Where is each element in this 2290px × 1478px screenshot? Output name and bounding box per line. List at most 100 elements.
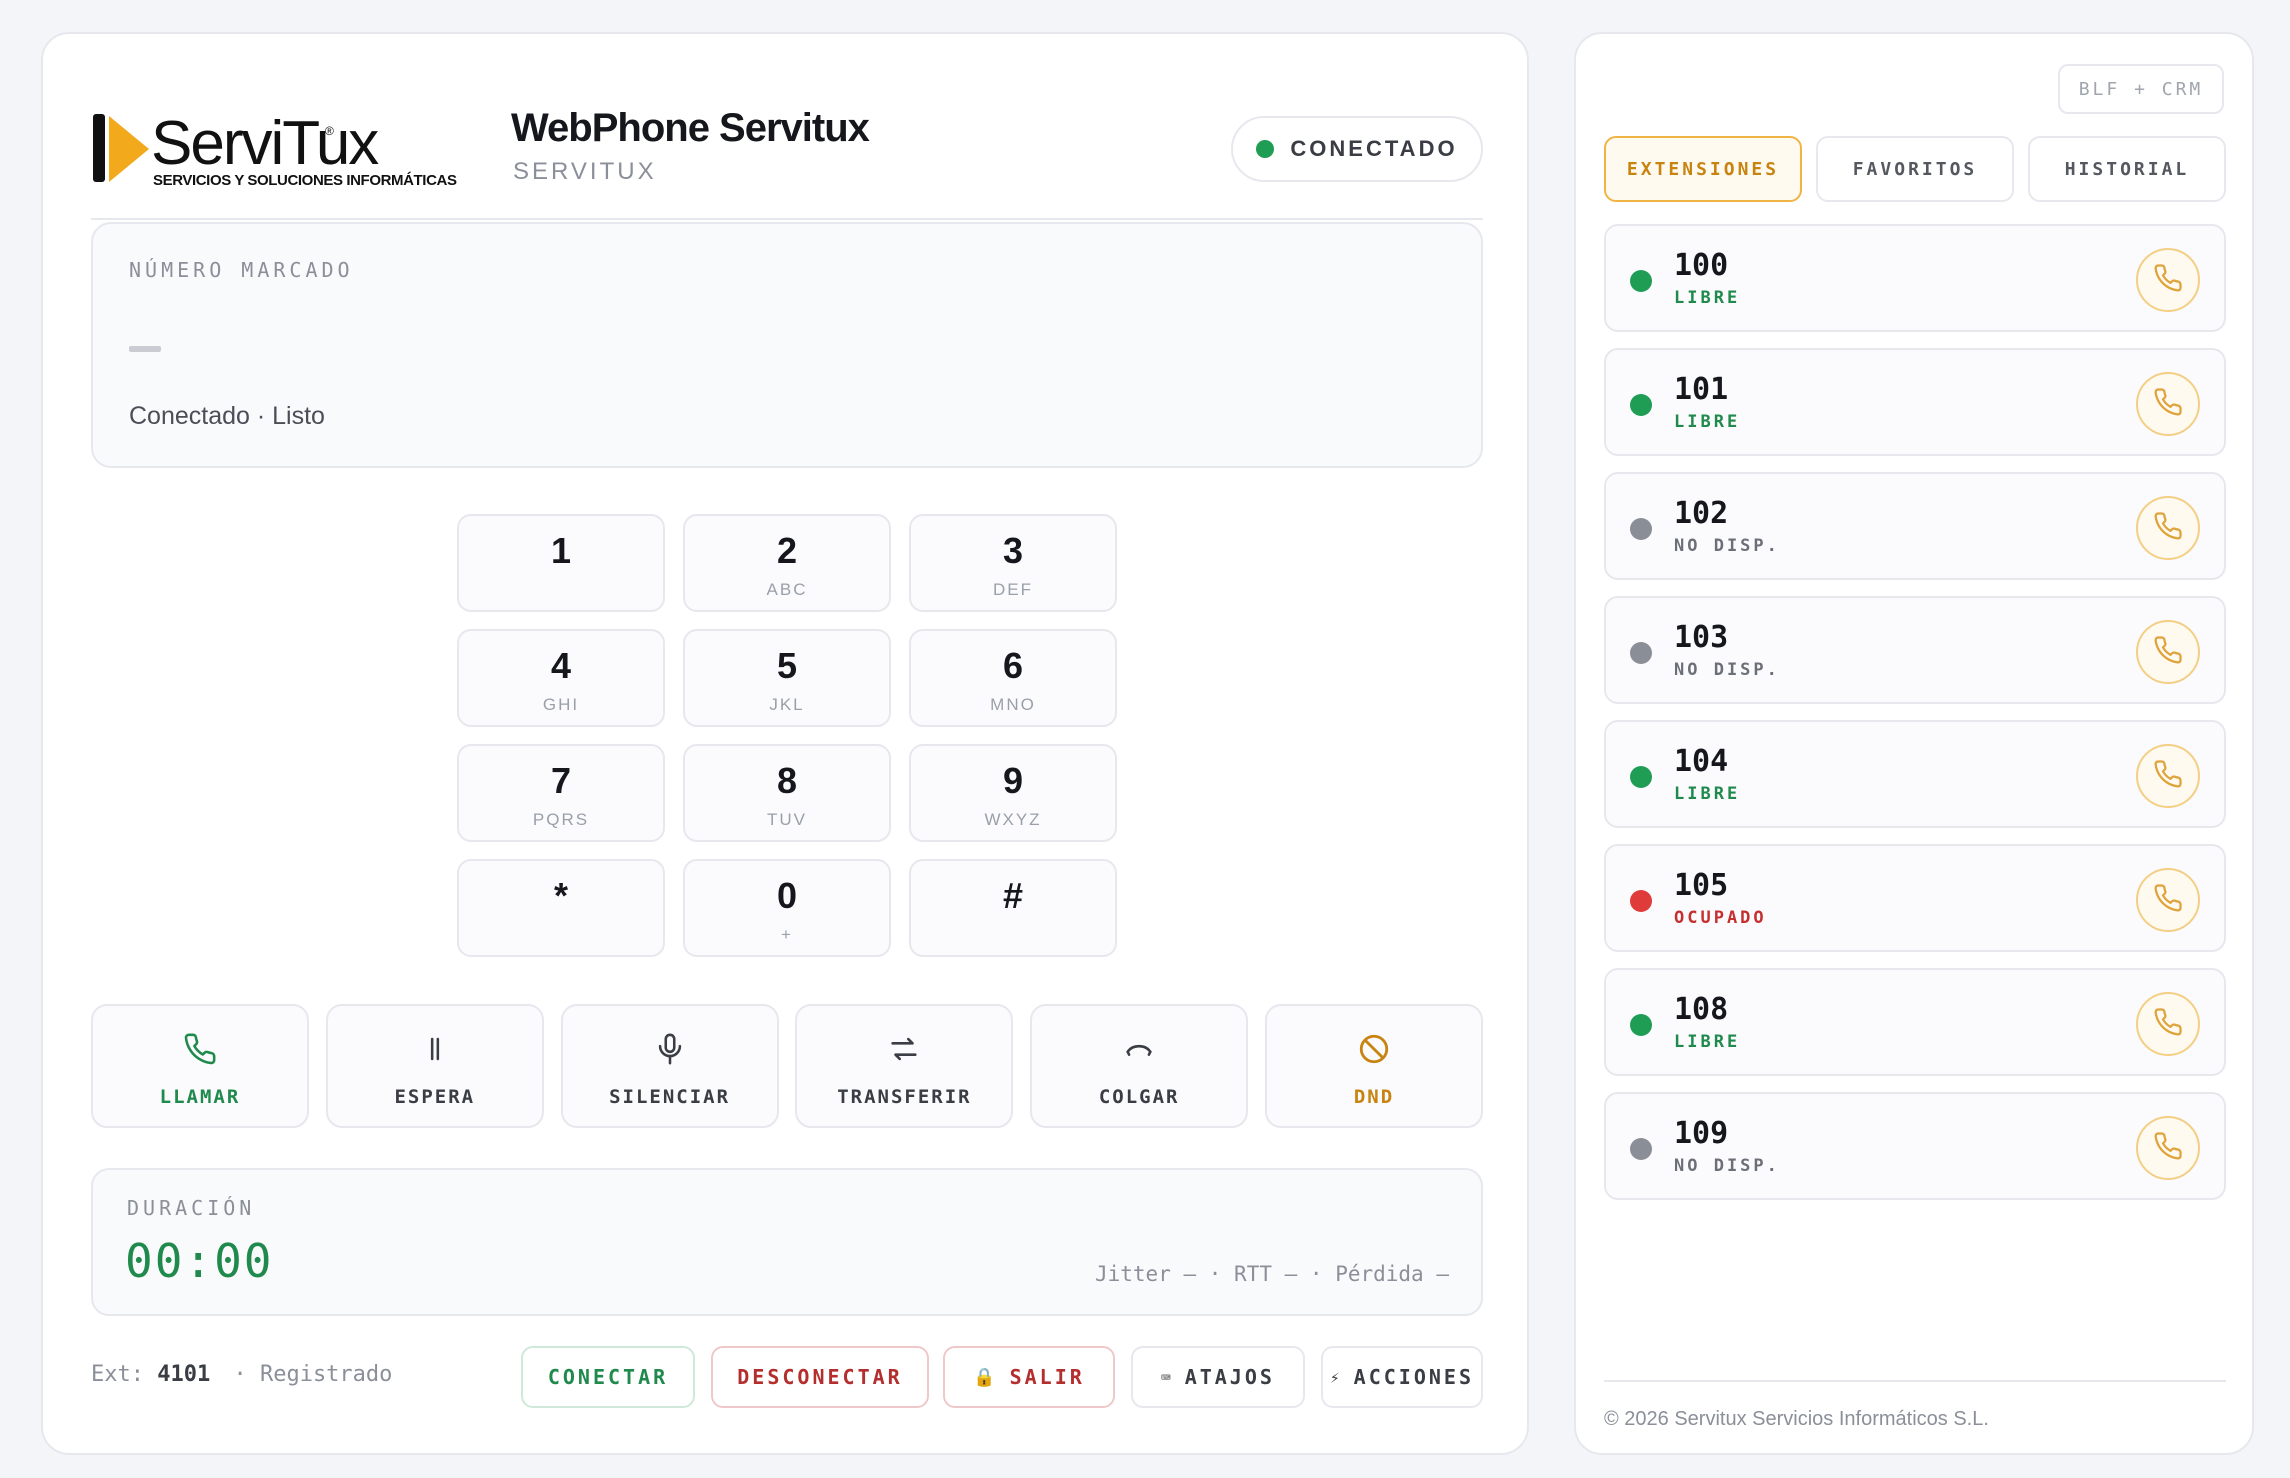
presence-dot-icon bbox=[1630, 890, 1652, 912]
extension-item-100[interactable]: 100 LIBRE bbox=[1604, 224, 2226, 332]
colgar-button[interactable]: COLGAR bbox=[1030, 1004, 1249, 1128]
presence-dot-icon bbox=[1630, 518, 1652, 540]
extension-number: 101 bbox=[1674, 372, 1729, 407]
logout-button[interactable]: 🔒 SALIR bbox=[943, 1346, 1115, 1408]
tab-favoritos[interactable]: FAVORITOS bbox=[1816, 136, 2014, 202]
extension-item-101[interactable]: 101 LIBRE bbox=[1604, 348, 2226, 456]
dial-display[interactable]: NÚMERO MARCADO Conectado · Listo bbox=[91, 222, 1483, 468]
key-letters: + bbox=[781, 925, 793, 944]
dial-display-caption: NÚMERO MARCADO bbox=[129, 258, 354, 282]
shortcuts-button[interactable]: ⌨ ATAJOS bbox=[1131, 1346, 1305, 1408]
connection-status: CONECTADO bbox=[1231, 116, 1483, 182]
extension-item-108[interactable]: 108 LIBRE bbox=[1604, 968, 2226, 1076]
tab-historial[interactable]: HISTORIAL bbox=[2028, 136, 2226, 202]
presence-dot-icon bbox=[1630, 1138, 1652, 1160]
call-extension-button[interactable] bbox=[2136, 992, 2200, 1056]
footer-bar: Ext: 4101 · Registrado CONECTAR DESCONEC… bbox=[91, 1346, 1483, 1410]
actions-button[interactable]: ⚡ ACCIONES bbox=[1321, 1346, 1483, 1408]
transfer-icon bbox=[797, 1032, 1011, 1068]
call-extension-button[interactable] bbox=[2136, 496, 2200, 560]
key-digit: 9 bbox=[1002, 760, 1024, 801]
action-label: COLGAR bbox=[1098, 1086, 1180, 1108]
extension-status: OCUPADO bbox=[1674, 908, 1767, 928]
extension-number: 109 bbox=[1674, 1116, 1729, 1151]
key-digit: 6 bbox=[1002, 645, 1024, 686]
connect-button-label: CONECTAR bbox=[547, 1365, 669, 1389]
extension-status: LIBRE bbox=[1674, 784, 1741, 804]
logo-registered-mark: ® bbox=[325, 124, 334, 138]
call-extension-button[interactable] bbox=[2136, 620, 2200, 684]
keypad-key-7[interactable]: 7 PQRS bbox=[457, 744, 665, 842]
extension-item-102[interactable]: 102 NO DISP. bbox=[1604, 472, 2226, 580]
keypad-key-5[interactable]: 5 JKL bbox=[683, 629, 891, 727]
keypad-key-hash[interactable]: # bbox=[909, 859, 1117, 957]
app-subtitle: SERVITUX bbox=[513, 158, 657, 185]
keypad-key-4[interactable]: 4 GHI bbox=[457, 629, 665, 727]
logo-tagline: SERVICIOS Y SOLUCIONES INFORMÁTICAS bbox=[153, 172, 457, 189]
key-digit: 0 bbox=[776, 875, 798, 916]
llamar-button[interactable]: LLAMAR bbox=[91, 1004, 309, 1128]
presence-dot-icon bbox=[1630, 766, 1652, 788]
phone-icon bbox=[2153, 511, 2183, 546]
keyboard-icon: ⌨ bbox=[1161, 1367, 1171, 1387]
presence-dot-icon bbox=[1630, 394, 1652, 416]
keypad-key-star[interactable]: * bbox=[457, 859, 665, 957]
key-digit: 7 bbox=[550, 760, 572, 801]
logo-bar bbox=[93, 114, 105, 182]
app-title: WebPhone Servitux bbox=[511, 106, 870, 150]
extension-status: LIBRE bbox=[1674, 288, 1741, 308]
silenciar-button[interactable]: SILENCIAR bbox=[560, 1004, 779, 1128]
espera-button[interactable]: ESPERA bbox=[325, 1004, 544, 1128]
keypad-key-6[interactable]: 6 MNO bbox=[909, 629, 1117, 727]
extension-item-105[interactable]: 105 OCUPADO bbox=[1604, 844, 2226, 952]
call-extension-button[interactable] bbox=[2136, 868, 2200, 932]
keypad-key-9[interactable]: 9 WXYZ bbox=[909, 744, 1117, 842]
extension-item-109[interactable]: 109 NO DISP. bbox=[1604, 1092, 2226, 1200]
keypad-key-1[interactable]: 1 bbox=[457, 514, 665, 612]
phone-icon bbox=[2153, 635, 2183, 670]
transferir-button[interactable]: TRANSFERIR bbox=[795, 1004, 1014, 1128]
tab-extensiones[interactable]: EXTENSIONES bbox=[1604, 136, 1802, 202]
call-extension-button[interactable] bbox=[2136, 744, 2200, 808]
logout-button-label: SALIR bbox=[1009, 1365, 1085, 1389]
call-extension-button[interactable] bbox=[2136, 372, 2200, 436]
keypad-key-0[interactable]: 0 + bbox=[683, 859, 891, 957]
do-not-disturb-icon bbox=[1267, 1032, 1481, 1068]
keypad-key-2[interactable]: 2 ABC bbox=[683, 514, 891, 612]
call-actions: LLAMAR ESPERA SILENCIAR TRANSFERIR COLGAR DND bbox=[91, 1004, 1483, 1128]
registration-status: · Registrado bbox=[233, 1362, 393, 1387]
hangup-icon bbox=[1032, 1032, 1246, 1068]
key-digit: 1 bbox=[550, 530, 572, 571]
connect-button[interactable]: CONECTAR bbox=[521, 1346, 695, 1408]
dnd-button[interactable]: DND bbox=[1265, 1004, 1483, 1128]
key-letters: PQRS bbox=[532, 810, 590, 829]
key-letters: DEF bbox=[993, 580, 1033, 599]
phone-panel: ServiTux ® SERVICIOS Y SOLUCIONES INFORM… bbox=[41, 32, 1529, 1455]
logo-triangle bbox=[109, 116, 149, 182]
key-digit: 4 bbox=[550, 645, 572, 686]
call-extension-button[interactable] bbox=[2136, 1116, 2200, 1180]
sidebar-tabs: EXTENSIONES FAVORITOS HISTORIAL bbox=[1604, 136, 2226, 202]
action-label: SILENCIAR bbox=[609, 1086, 731, 1108]
extension-item-103[interactable]: 103 NO DISP. bbox=[1604, 596, 2226, 704]
presence-dot-icon bbox=[1630, 270, 1652, 292]
extension-status: NO DISP. bbox=[1674, 536, 1780, 556]
phone-icon bbox=[2153, 883, 2183, 918]
extension-number: 105 bbox=[1674, 868, 1729, 903]
extension-number: 103 bbox=[1674, 620, 1729, 655]
disconnect-button[interactable]: DESCONECTAR bbox=[711, 1346, 929, 1408]
duration-caption: DURACIÓN bbox=[127, 1196, 256, 1220]
keypad-key-3[interactable]: 3 DEF bbox=[909, 514, 1117, 612]
key-letters: WXYZ bbox=[984, 810, 1042, 829]
action-label: TRANSFERIR bbox=[837, 1086, 972, 1108]
key-letters: ABC bbox=[766, 580, 808, 599]
header: ServiTux ® SERVICIOS Y SOLUCIONES INFORM… bbox=[91, 78, 1483, 220]
key-digit: 5 bbox=[776, 645, 798, 686]
call-duration-panel: DURACIÓN 00:00 Jitter — · RTT — · Pérdid… bbox=[91, 1168, 1483, 1316]
key-digit: 2 bbox=[776, 530, 798, 571]
call-extension-button[interactable] bbox=[2136, 248, 2200, 312]
duration-timer: 00:00 bbox=[125, 1234, 274, 1288]
microphone-icon bbox=[563, 1032, 777, 1068]
keypad-key-8[interactable]: 8 TUV bbox=[683, 744, 891, 842]
extension-item-104[interactable]: 104 LIBRE bbox=[1604, 720, 2226, 828]
